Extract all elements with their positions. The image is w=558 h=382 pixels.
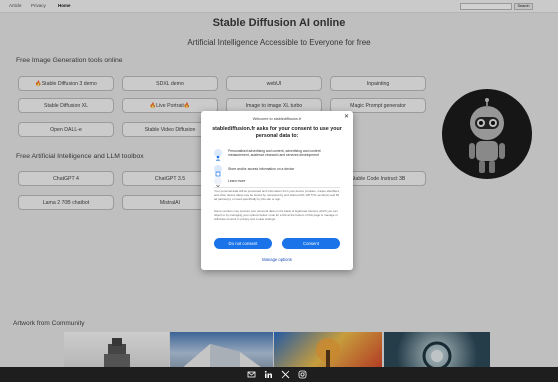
- consent-heading: stablediffusion.fr asks for your consent…: [212, 126, 342, 139]
- consent-body-legitimate-interest: Some vendors may process your personal d…: [214, 209, 338, 221]
- instagram-icon[interactable]: [298, 370, 307, 379]
- device-icon: [214, 165, 222, 177]
- consent-dialog: Welcome to stablediffusion.fr ✕ stabledi…: [201, 111, 353, 270]
- do-not-consent-button[interactable]: Do not consent: [214, 238, 272, 249]
- close-icon[interactable]: ✕: [343, 114, 350, 121]
- divider: [214, 187, 340, 188]
- consent-button[interactable]: Consent: [282, 238, 340, 249]
- email-icon[interactable]: [247, 370, 256, 379]
- learn-more-link[interactable]: Learn more: [228, 179, 343, 183]
- consent-body-vendors: Your personal data will be processed and…: [214, 189, 340, 201]
- footer-bar: [0, 367, 558, 382]
- person-icon: [214, 149, 222, 161]
- purpose-device-text: Store and/or access information on a dev…: [228, 167, 295, 171]
- x-icon[interactable]: [281, 370, 290, 379]
- consent-welcome-text: Welcome to stablediffusion.fr: [252, 117, 302, 121]
- linkedin-icon[interactable]: [264, 370, 273, 379]
- manage-options-link[interactable]: Manage options: [201, 257, 353, 262]
- chevron-down-icon[interactable]: [214, 177, 222, 188]
- purpose-ads-text: Personalised advertising and content, ad…: [228, 149, 321, 158]
